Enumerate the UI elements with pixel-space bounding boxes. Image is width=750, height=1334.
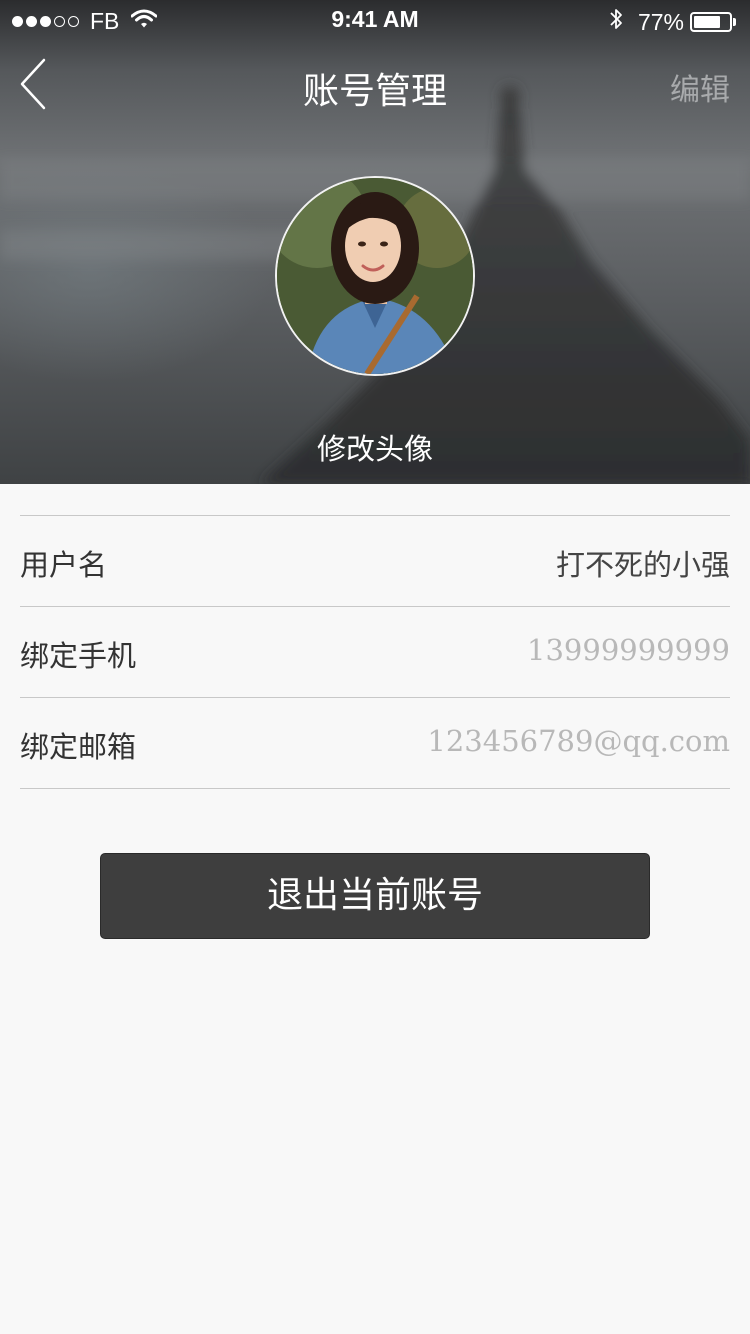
email-row[interactable]: 绑定邮箱 123456789@qq.com	[20, 698, 730, 789]
phone-value: 13999999999	[527, 633, 730, 667]
edit-button[interactable]: 编辑	[670, 65, 730, 109]
phone-row[interactable]: 绑定手机 13999999999	[20, 607, 730, 698]
email-label: 绑定邮箱	[20, 730, 137, 764]
avatar[interactable]	[275, 176, 475, 376]
header-background: FB 9:41 AM 77% 账号管理 编辑 修改头像	[0, 0, 750, 484]
email-value: 123456789@qq.com	[427, 724, 730, 758]
avatar-portrait-image	[277, 178, 473, 374]
account-info-list: 用户名 打不死的小强 绑定手机 13999999999 绑定邮箱 1234567…	[20, 515, 730, 789]
username-value: 打不死的小强	[555, 548, 730, 582]
status-bar: FB 9:41 AM 77%	[0, 0, 750, 40]
phone-label: 绑定手机	[20, 639, 137, 673]
battery-percentage: 77%	[637, 8, 684, 35]
battery-icon	[690, 12, 732, 32]
bluetooth-icon	[608, 7, 624, 37]
username-row[interactable]: 用户名 打不死的小强	[20, 516, 730, 607]
page-title: 账号管理	[302, 71, 447, 112]
navigation-bar: 账号管理 编辑	[0, 40, 750, 128]
status-right: 77%	[608, 7, 736, 37]
change-avatar-button[interactable]: 修改头像	[0, 426, 750, 468]
username-label: 用户名	[20, 548, 108, 582]
battery-fill	[694, 16, 721, 28]
battery-cap	[733, 18, 736, 26]
logout-button[interactable]: 退出当前账号	[100, 853, 650, 939]
